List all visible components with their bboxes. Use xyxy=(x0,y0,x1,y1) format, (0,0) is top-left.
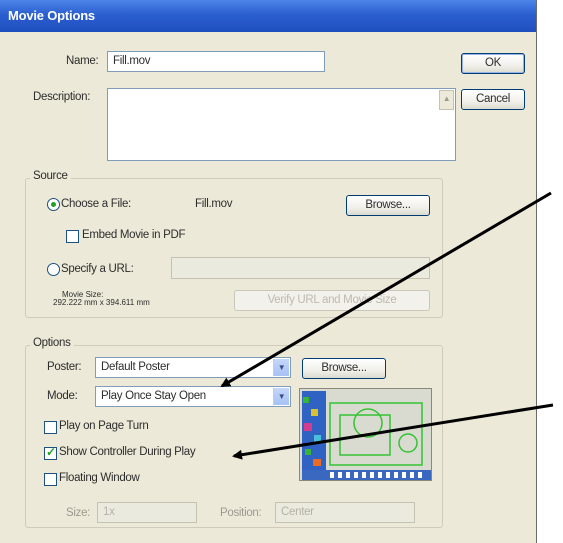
callout-arrows xyxy=(220,191,554,460)
controller-callout-arrow xyxy=(232,403,554,460)
page: Movie Options Name: Fill.mov OK Cancel D… xyxy=(0,0,563,543)
mode-callout-arrow xyxy=(220,191,552,388)
